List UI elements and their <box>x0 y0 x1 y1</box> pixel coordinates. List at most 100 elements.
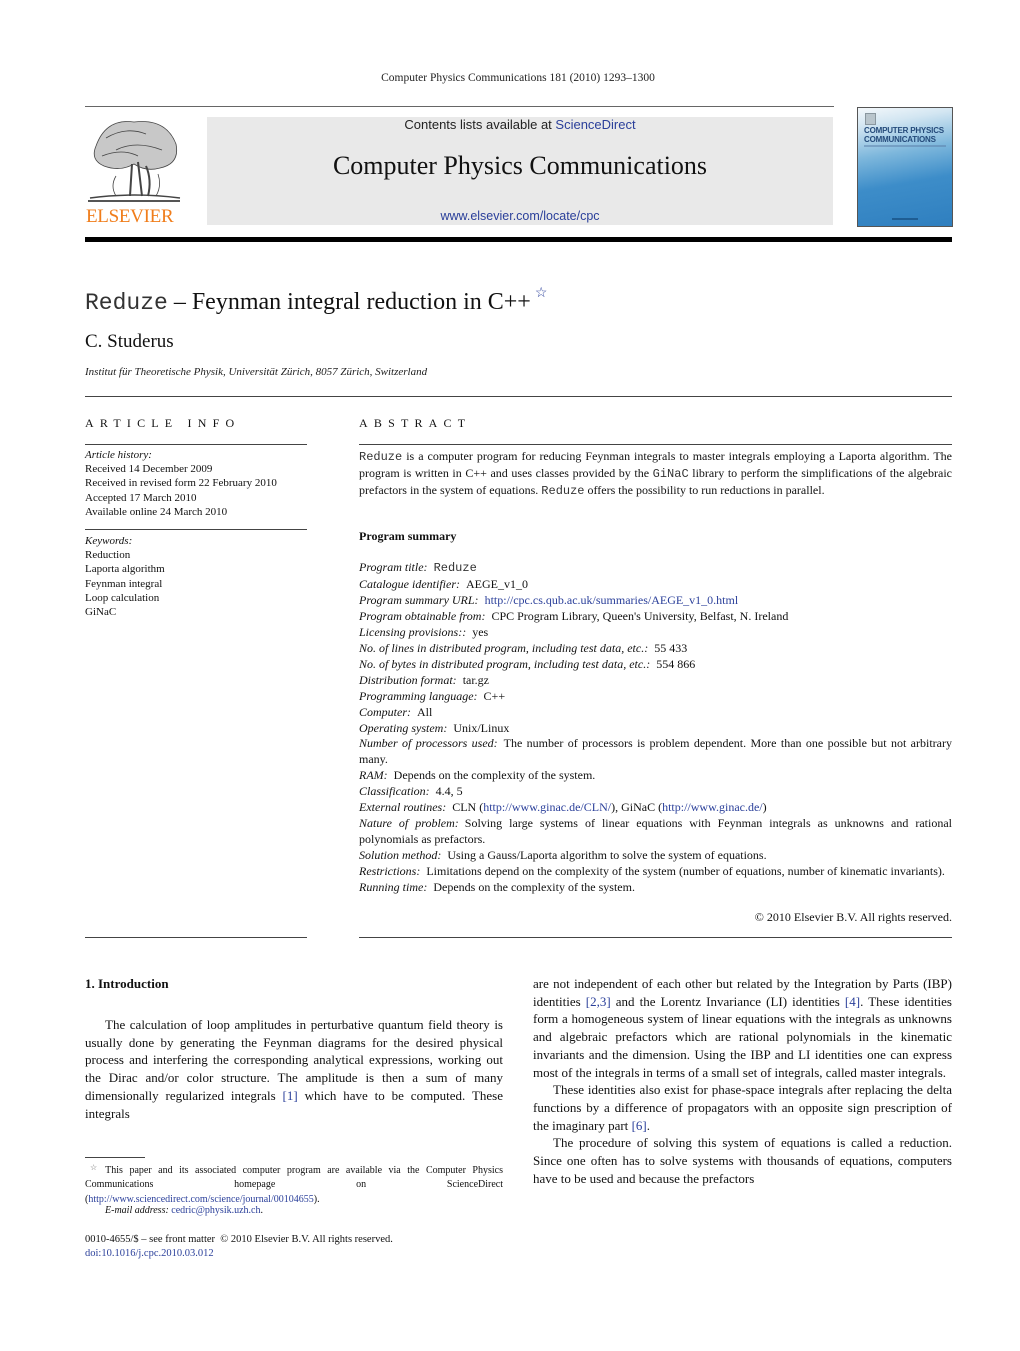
summary-row: Catalogue identifier: AEGE_v1_0 <box>359 577 952 593</box>
summary-row: Restrictions: Limitations depend on the c… <box>359 864 952 880</box>
journal-banner: Contents lists available at ScienceDirec… <box>207 117 833 225</box>
title-footnote-star-icon[interactable]: ☆ <box>535 286 548 301</box>
citation-link[interactable]: [4] <box>845 994 860 1009</box>
history-item: Available online 24 March 2010 <box>85 505 228 518</box>
doi-link[interactable]: doi:10.1016/j.cpc.2010.03.012 <box>85 1248 214 1259</box>
summary-value: Depends on the complexity of the system. <box>433 880 635 895</box>
summary-label: Restrictions: <box>359 864 421 879</box>
elsevier-wordmark: ELSEVIER <box>86 206 174 227</box>
external-routine-link[interactable]: http://www.ginac.de/ <box>662 800 763 814</box>
summary-row: Programming language: C++ <box>359 689 952 705</box>
cover-publisher-icon <box>865 113 876 125</box>
summary-row: Licensing provisions:: yes <box>359 625 952 641</box>
elsevier-tree-icon <box>88 121 181 202</box>
keyword: Loop calculation <box>85 591 160 604</box>
journal-cover-thumbnail[interactable]: COMPUTER PHYSICS COMMUNICATIONS <box>857 107 953 227</box>
abstract-text: Reduze is a computer program for reducin… <box>359 448 952 499</box>
code-ginac: GiNaC <box>652 467 689 481</box>
cover-subtitle-bar <box>864 145 946 147</box>
summary-label: Catalogue identifier: <box>359 576 460 591</box>
journal-url-link[interactable]: www.elsevier.com/locate/cpc <box>207 209 833 223</box>
summary-value: 4.4, 5 <box>435 784 463 799</box>
citation-link[interactable]: [1] <box>283 1088 298 1103</box>
history-label: Article history: <box>85 449 152 461</box>
history-item: Received 14 December 2009 <box>85 463 213 476</box>
summary-label: Operating system: <box>359 720 448 735</box>
summary-label: Nature of problem: <box>359 816 459 831</box>
paragraph: These identities also exist for phase-sp… <box>533 1081 952 1134</box>
keywords-label: Keywords: <box>85 535 133 547</box>
summary-label: Distribution format: <box>359 672 457 687</box>
author-name: C. Studerus <box>85 331 174 352</box>
contents-prefix: Contents lists available at <box>404 117 556 132</box>
author-email: E-mail address: cedric@physik.uzh.ch. <box>105 1205 263 1216</box>
code-reduze: Reduze <box>359 450 403 464</box>
paragraph-text: These identities also exist for phase-sp… <box>533 1082 952 1133</box>
summary-value: 55 433 <box>654 640 688 655</box>
summary-row: External routines: CLN (http://www.ginac.… <box>359 800 952 816</box>
front-matter: 0010-4655/$ – see front matter © 2010 El… <box>85 1233 393 1262</box>
history-item: Received in revised form 22 February 201… <box>85 477 277 490</box>
header-rule <box>85 106 834 107</box>
cover-footer-bar <box>892 218 918 220</box>
footnote-text: ). <box>313 1193 320 1205</box>
external-routine-link[interactable]: http://www.ginac.de/CLN/ <box>483 800 611 814</box>
keyword: GiNaC <box>85 606 117 619</box>
journal-title: Computer Physics Communications <box>332 151 708 180</box>
author-affiliation: Institut für Theoretische Physik, Univer… <box>85 366 428 378</box>
summary-row: Distribution format: tar.gz <box>359 673 952 689</box>
affiliation-rule <box>85 396 952 397</box>
footnote-star-icon: ☆ <box>90 1163 102 1172</box>
citation-link[interactable]: [2,3] <box>586 994 611 1009</box>
summary-value: C++ <box>483 688 506 703</box>
code-reduze: Reduze <box>541 484 585 498</box>
summary-value: CPC Program Library, Queen's University,… <box>491 608 789 623</box>
summary-row: Operating system: Unix/Linux <box>359 721 952 737</box>
email-link[interactable]: cedric@physik.uzh.ch <box>171 1205 260 1216</box>
sciencedirect-link[interactable]: ScienceDirect <box>555 117 635 132</box>
summary-label: Number of processors used: <box>359 736 498 751</box>
program-summary-url-link[interactable]: http://cpc.cs.qub.ac.uk/summaries/AEGE_v… <box>485 593 739 607</box>
summary-label: Program title: <box>359 560 428 574</box>
keyword: Laporta algorithm <box>85 563 165 576</box>
sciencedirect-journal-link[interactable]: http://www.sciencedirect.com/science/jou… <box>88 1194 313 1205</box>
summary-row: Number of processors used: The number of … <box>359 736 952 768</box>
summary-row: No. of lines in distributed program, inc… <box>359 641 952 657</box>
summary-row: No. of bytes in distributed program, inc… <box>359 657 952 673</box>
summary-row: Program title: Reduze <box>359 560 952 577</box>
email-end: . <box>260 1205 263 1216</box>
body-column-left: The calculation of loop amplitudes in pe… <box>85 1016 503 1122</box>
article-info-heading: ARTICLE INFO <box>85 416 241 430</box>
summary-value: Unix/Linux <box>453 720 510 735</box>
title-program-name: Reduze <box>85 290 168 316</box>
running-head: Computer Physics Communications 181 (201… <box>381 72 655 84</box>
elsevier-logo[interactable]: ELSEVIER <box>84 114 184 227</box>
abstract-end-rule <box>359 937 952 938</box>
cover-title-line2: COMMUNICATIONS <box>864 135 936 144</box>
body-column-right: are not independent of each other but re… <box>533 975 952 1187</box>
banner-thick-rule <box>85 237 952 242</box>
summary-label: Licensing provisions:: <box>359 624 467 639</box>
contents-line: Contents lists available at ScienceDirec… <box>207 117 833 132</box>
article-history: Article history: Received 14 December 20… <box>85 448 277 519</box>
summary-label: Classification: <box>359 784 430 799</box>
summary-value: AEGE_v1_0 <box>466 576 528 591</box>
summary-row: Solution method: Using a Gauss/Laporta al… <box>359 848 952 864</box>
summary-value: CLN ( <box>452 800 484 815</box>
summary-label: No. of bytes in distributed program, inc… <box>359 656 651 671</box>
summary-value: Reduze <box>433 561 477 575</box>
summary-value: Depends on the complexity of the system. <box>393 768 596 783</box>
summary-label: RAM: <box>359 768 388 783</box>
program-summary-heading: Program summary <box>359 529 457 543</box>
summary-row: Classification: 4.4, 5 <box>359 784 952 800</box>
summary-value: ), GiNaC ( <box>611 800 663 815</box>
keyword: Feynman integral <box>85 577 163 590</box>
keyword: Reduction <box>85 549 131 562</box>
summary-label: Running time: <box>359 880 428 895</box>
summary-value: Using a Gauss/Laporta algorithm to solve… <box>447 848 767 863</box>
section-heading-introduction: 1. Introduction <box>85 976 169 991</box>
keywords-rule <box>85 529 307 530</box>
paragraph-text: . <box>646 1117 650 1133</box>
summary-row: RAM: Depends on the complexity of the sys… <box>359 768 952 784</box>
citation-link[interactable]: [6] <box>632 1118 647 1133</box>
